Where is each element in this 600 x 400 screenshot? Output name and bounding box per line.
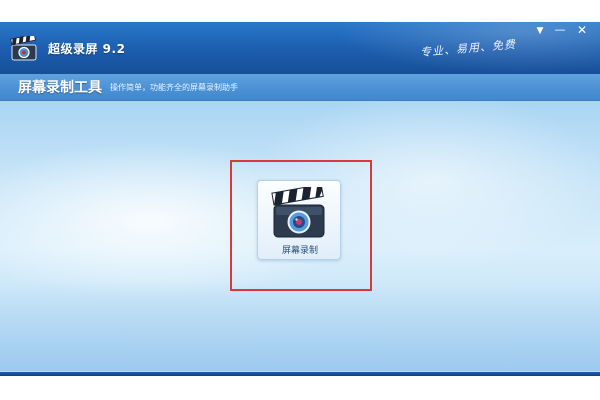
tool-header-title: 屏幕录制工具 xyxy=(18,80,102,96)
app-clapperboard-icon xyxy=(10,36,37,61)
screen-record-label: 屏幕录制 xyxy=(281,246,318,256)
app-title: 超级录屏 9.2 xyxy=(48,42,126,56)
window-bottom-border xyxy=(0,372,600,376)
title-bar[interactable]: 超级录屏 9.2 专业、易用、免费 ▼ — ✕ xyxy=(0,22,600,74)
tool-header-description: 操作简单，功能齐全的屏幕录制助手 xyxy=(110,83,238,92)
background-shade xyxy=(0,281,600,371)
tool-header: 屏幕录制工具 操作简单，功能齐全的屏幕录制助手 xyxy=(0,74,600,101)
screen-record-button[interactable]: 屏幕录制 xyxy=(257,180,341,260)
menu-dropdown-button[interactable]: ▼ xyxy=(533,26,547,36)
clapperboard-camera-icon xyxy=(271,187,325,238)
minimize-button[interactable]: — xyxy=(553,23,567,36)
close-button[interactable]: ✕ xyxy=(575,23,589,37)
